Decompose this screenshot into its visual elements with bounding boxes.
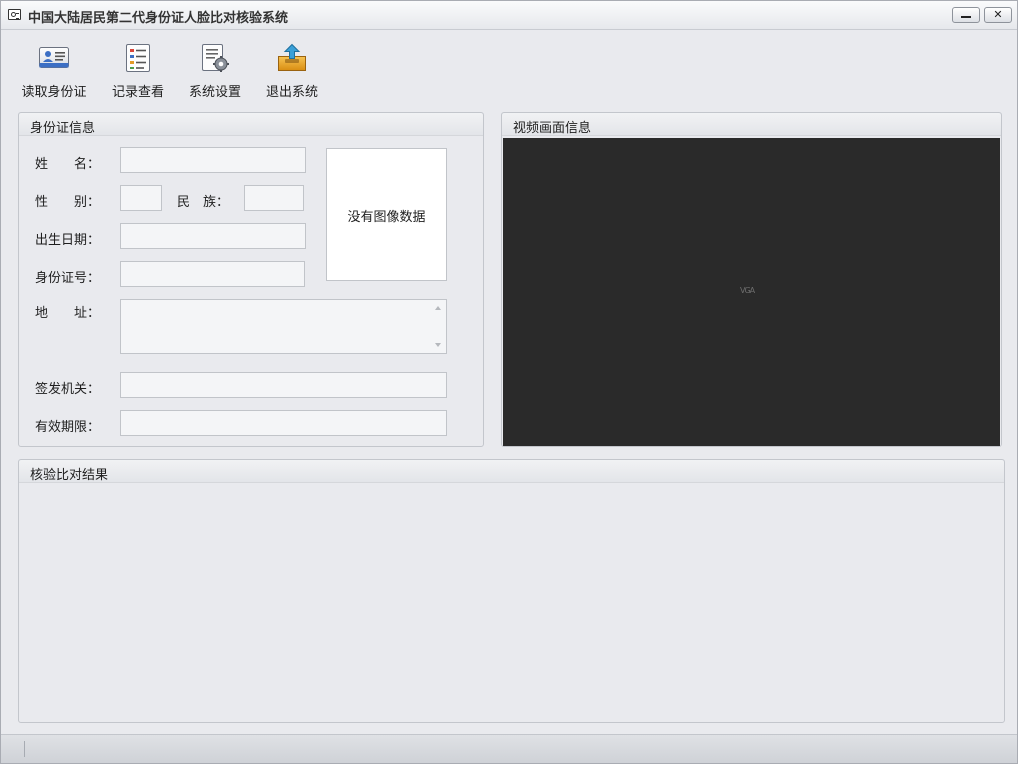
- system-settings-label: 系统设置: [188, 85, 241, 100]
- address-textarea[interactable]: [120, 299, 447, 354]
- scroll-down-icon[interactable]: [435, 343, 441, 347]
- status-bar: [1, 734, 1017, 763]
- app-window: 中国大陆居民第二代身份证人脸比对核验系统 ✕ 读取身份证 记录查看 系统设置 退…: [0, 0, 1018, 764]
- exit-upload-icon: [278, 43, 306, 71]
- settings-gear-icon: [202, 44, 229, 72]
- read-id-card-label: 读取身份证: [21, 85, 87, 100]
- title-bar: 中国大陆居民第二代身份证人脸比对核验系统 ✕: [1, 1, 1017, 30]
- name-label: 姓 名：: [35, 157, 101, 172]
- record-list-icon: [126, 44, 150, 72]
- video-title: 视频画面信息: [513, 121, 592, 136]
- video-group: 视频画面信息 VGA: [501, 112, 1002, 447]
- id-card-icon: [39, 47, 69, 68]
- verification-result-title: 核验比对结果: [30, 468, 109, 483]
- gender-label: 性 别：: [35, 195, 101, 210]
- photo-box: 没有图像数据: [326, 148, 447, 281]
- video-placeholder-text: VGA: [740, 286, 755, 295]
- read-id-card-button[interactable]: 读取身份证: [15, 31, 93, 101]
- status-separator: [24, 741, 25, 757]
- id-number-field[interactable]: [120, 261, 305, 287]
- video-header: 视频画面信息: [502, 113, 1001, 136]
- issuing-authority-field[interactable]: [120, 372, 447, 398]
- id-info-group: 身份证信息 姓 名： 性 别： 民 族： 出生日期： 身份证号： 没有图像数据 …: [18, 112, 484, 447]
- toolbar: 读取身份证 记录查看 系统设置 退出系统: [1, 31, 1017, 103]
- issuing-authority-label: 签发机关：: [35, 382, 101, 397]
- validity-period-label: 有效期限：: [35, 420, 101, 435]
- ethnicity-label: 民 族：: [177, 195, 230, 210]
- ethnicity-field[interactable]: [244, 185, 304, 211]
- name-field[interactable]: [120, 147, 306, 173]
- system-settings-button[interactable]: 系统设置: [182, 31, 248, 101]
- close-button[interactable]: ✕: [984, 7, 1012, 23]
- photo-placeholder-text: 没有图像数据: [347, 210, 426, 225]
- window-title: 中国大陆居民第二代身份证人脸比对核验系统: [28, 11, 289, 26]
- record-view-label: 记录查看: [111, 85, 164, 100]
- video-display: VGA: [503, 138, 1000, 446]
- verification-result-header: 核验比对结果: [19, 460, 1004, 483]
- id-info-title: 身份证信息: [30, 121, 96, 136]
- minimize-button[interactable]: [952, 7, 980, 23]
- exit-system-button[interactable]: 退出系统: [259, 31, 325, 101]
- gender-field[interactable]: [120, 185, 162, 211]
- app-id-card-icon: [8, 9, 21, 20]
- validity-period-field[interactable]: [120, 410, 447, 436]
- id-number-label: 身份证号：: [35, 271, 101, 286]
- verification-result-group: 核验比对结果: [18, 459, 1005, 723]
- scroll-up-icon[interactable]: [435, 306, 441, 310]
- record-view-button[interactable]: 记录查看: [105, 31, 171, 101]
- exit-system-label: 退出系统: [265, 85, 318, 100]
- birth-date-label: 出生日期：: [35, 233, 101, 248]
- id-info-header: 身份证信息: [19, 113, 483, 136]
- minimize-icon: [961, 16, 971, 18]
- address-label: 地 址：: [35, 306, 101, 321]
- birth-date-field[interactable]: [120, 223, 306, 249]
